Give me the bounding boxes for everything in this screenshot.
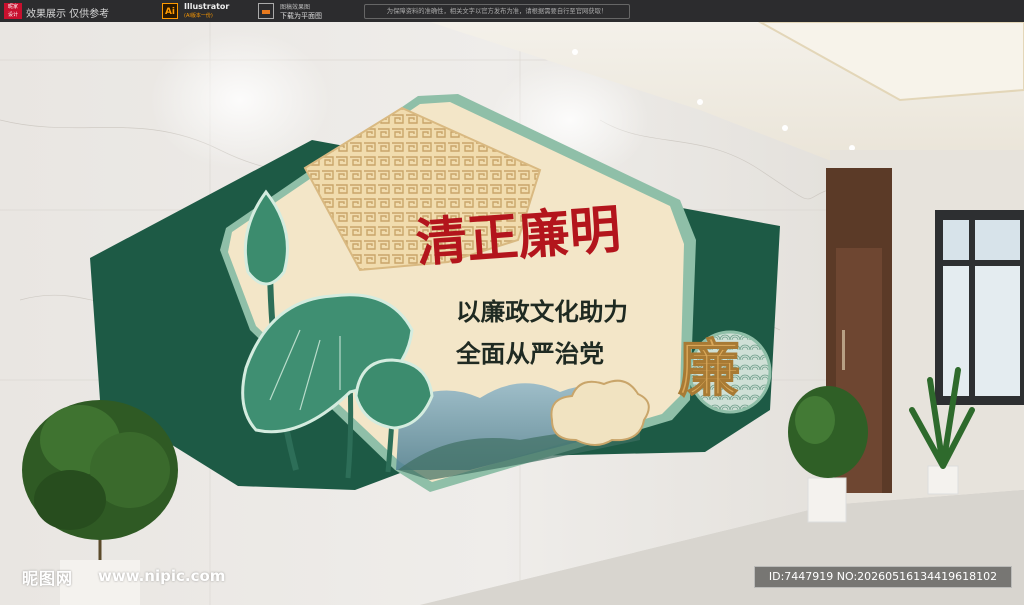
lobby-scene: 清正廉明 以廉政文化助力 全面从严治党 廉: [0, 22, 1024, 605]
ceiling-spotlight: [572, 49, 578, 55]
slogan-line-2: 全面从严治党: [455, 340, 604, 368]
illustrator-sub-label: (AI版本一份): [184, 13, 213, 19]
download-label[interactable]: 下载为平面图: [280, 11, 322, 21]
slogan-line-1: 以廉政文化助力: [456, 298, 628, 326]
preview-notice: 效果展示 仅供参考: [26, 9, 110, 20]
illustrator-icon: Ai: [162, 3, 178, 19]
top-info-bar: 昵家 设计 效果展示 仅供参考 Ai Illustrator (AI版本一份) 图…: [0, 0, 1024, 22]
window-pane: [975, 220, 1020, 260]
illustrator-label: Illustrator: [184, 2, 230, 11]
door-handle: [842, 330, 845, 370]
ceiling-spotlight: [697, 99, 703, 105]
disclaimer-box: 为保障资料的准确性，相关文字以官方发布为准，请根据需要自行至官网获取！: [364, 4, 630, 19]
brand-badge: 昵家 设计: [4, 3, 22, 19]
download-small-label: 图稿效果图: [280, 4, 311, 11]
ceiling-spotlight: [782, 125, 788, 131]
nipic-url[interactable]: www.nipic.com: [98, 567, 225, 585]
window-pane: [975, 266, 1020, 396]
image-icon: [258, 3, 274, 19]
window-pane: [943, 220, 969, 260]
integrity-character: 廉: [678, 332, 740, 405]
image-id-badge: ID:7447919 NO:20260516134419618102: [754, 566, 1012, 588]
nipic-logo: 昵图网: [22, 569, 74, 588]
